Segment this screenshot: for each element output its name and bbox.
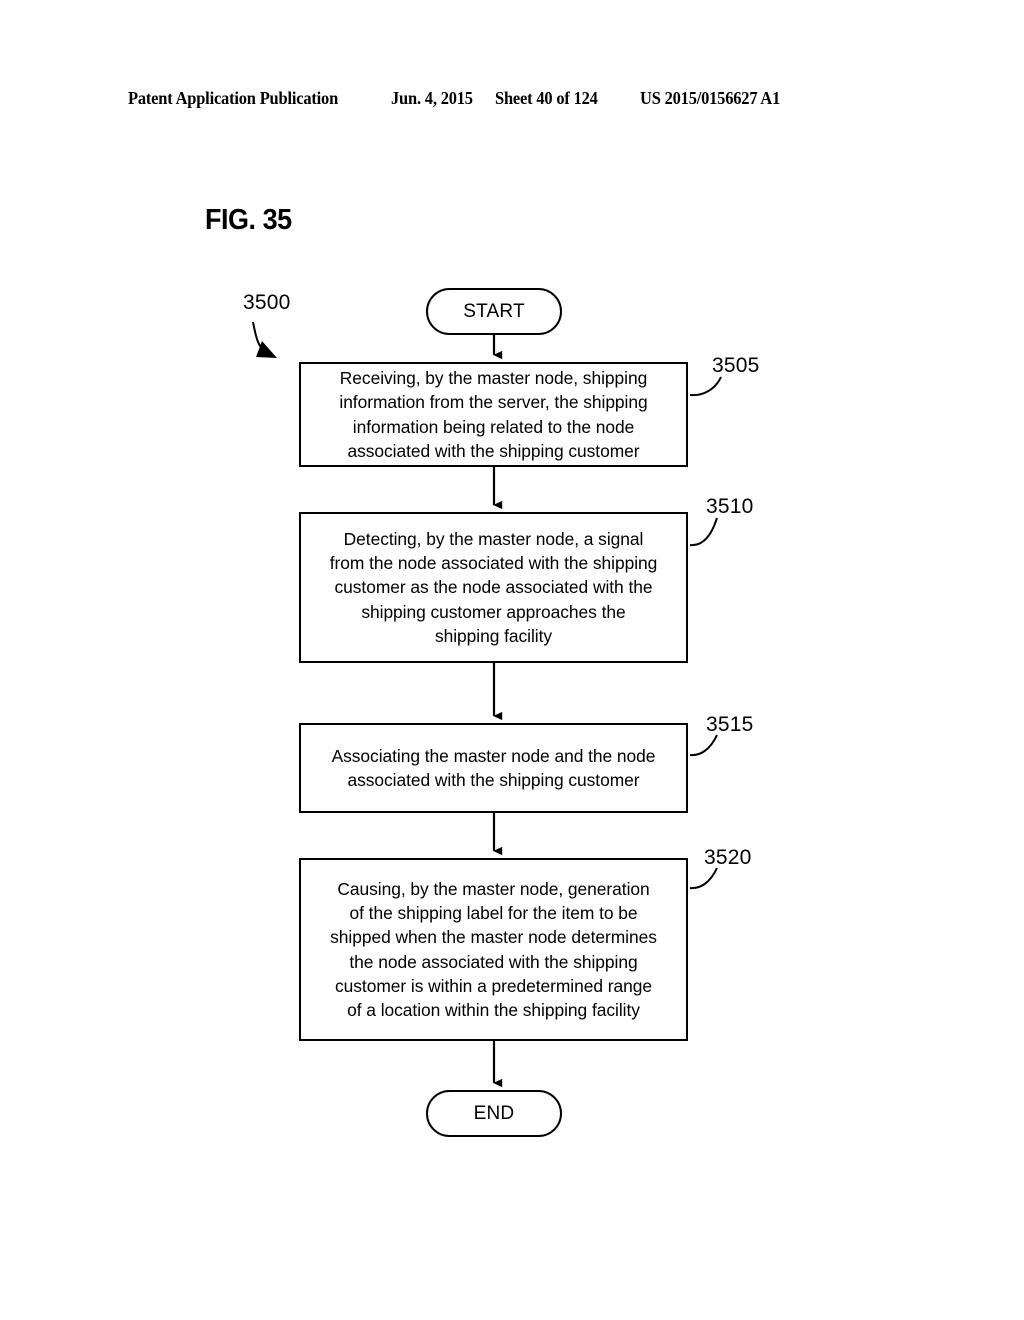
reference-numeral-3505: 3505 xyxy=(712,354,760,377)
step-3520-text: Causing, by the master node, generation … xyxy=(330,878,657,1020)
flowchart-start-node: START xyxy=(426,288,562,335)
flowchart-diagram: START Receiving, by the master node, shi… xyxy=(0,0,1024,1320)
reference-numeral-3510: 3510 xyxy=(706,495,754,518)
leader-arrowhead-3500 xyxy=(256,341,277,358)
flowchart-step-3520: Causing, by the master node, generation … xyxy=(299,858,688,1041)
reference-numeral-3520: 3520 xyxy=(704,846,752,869)
start-node-label: START xyxy=(463,300,525,322)
flowchart-end-node: END xyxy=(426,1090,562,1137)
leader-line-3510 xyxy=(689,517,718,547)
flowchart-step-3515: Associating the master node and the node… xyxy=(299,723,688,813)
step-3505-text: Receiving, by the master node, shipping … xyxy=(339,368,648,461)
reference-numeral-3515: 3515 xyxy=(706,713,754,736)
leader-line-3500 xyxy=(252,321,267,354)
leader-line-3515 xyxy=(689,734,718,757)
leader-line-3520 xyxy=(689,867,718,890)
step-3515-text: Associating the master node and the node… xyxy=(331,745,656,790)
reference-numeral-3500: 3500 xyxy=(243,291,291,314)
step-3510-text: Detecting, by the master node, a signal … xyxy=(329,528,658,646)
flowchart-step-3505: Receiving, by the master node, shipping … xyxy=(299,362,688,467)
flowchart-step-3510: Detecting, by the master node, a signal … xyxy=(299,512,688,663)
leader-line-3505 xyxy=(689,376,722,397)
end-node-label: END xyxy=(473,1102,515,1124)
